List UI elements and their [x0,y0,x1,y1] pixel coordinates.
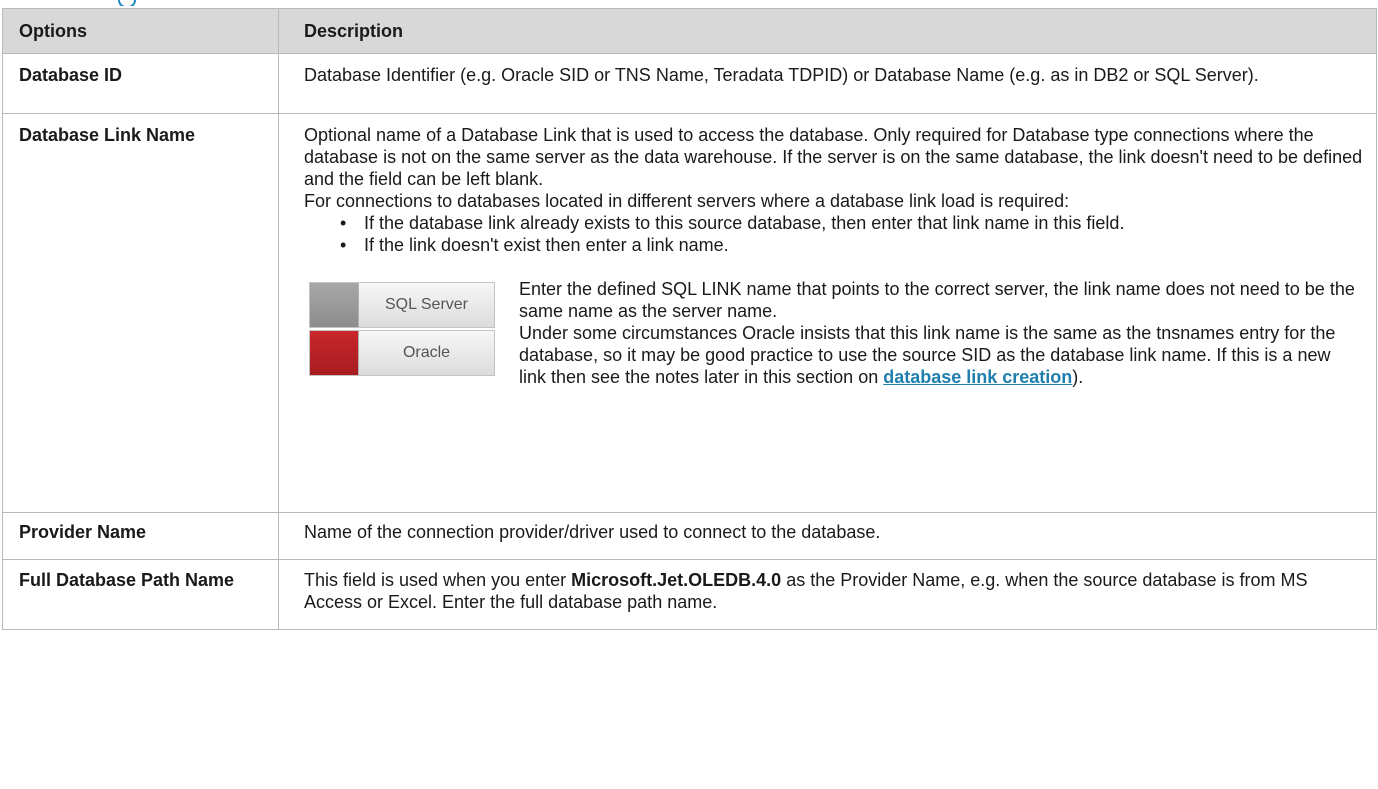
oracle-color-swatch [310,331,359,375]
heading-glyph-fragment [118,0,136,6]
column-header-description: Description [278,8,1377,54]
oracle-note: Under some circumstances Oracle insists … [519,322,1360,388]
database-link-creation-link[interactable]: database link creation [883,367,1072,387]
platform-badges: SQL Server Oracle [304,276,509,388]
option-name: Database ID [2,53,279,114]
note-text: Enter the defined SQL LINK name that poi… [509,276,1366,388]
option-description: This field is used when you enter Micros… [278,559,1377,630]
badge-label: Oracle [402,344,451,361]
badge-label: SQL Server [385,296,468,313]
option-name: Provider Name [2,512,279,560]
bullet-list: If the database link already exists to t… [304,212,1366,256]
option-name: Full Database Path Name [2,559,279,630]
table-row-database-link-name: Database Link Name Optional name of a Da… [2,113,1377,513]
table-row-provider-name: Provider Name Name of the connection pro… [2,512,1377,560]
option-description: Database Identifier (e.g. Oracle SID or … [278,53,1377,114]
list-item: If the database link already exists to t… [340,212,1366,234]
table-row-database-id: Database ID Database Identifier (e.g. Or… [2,53,1377,114]
options-table: Options Description Database ID Database… [2,8,1377,630]
option-description: Name of the connection provider/driver u… [278,512,1377,560]
provider-value: Microsoft.Jet.OLEDB.4.0 [571,570,782,590]
sql-server-badge: SQL Server [309,282,495,328]
list-item: If the link doesn't exist then enter a l… [340,234,1366,256]
note-end: ). [1072,367,1084,387]
description-text: This field is used when you enter [304,570,572,590]
sql-server-color-swatch [310,283,359,327]
sql-server-note: Enter the defined SQL LINK name that poi… [519,279,1355,321]
heading-fragment [0,0,1378,6]
column-header-options: Options [2,8,279,54]
oracle-badge: Oracle [309,330,495,376]
option-name: Database Link Name [2,113,279,513]
option-description: Optional name of a Database Link that is… [278,113,1377,513]
table-header-row: Options Description [2,8,1377,54]
table-row-full-database-path-name: Full Database Path Name This field is us… [2,559,1377,630]
platform-note: SQL Server Oracle Enter the defined SQL … [304,276,1366,388]
description-paragraph: Optional name of a Database Link that is… [304,125,1363,189]
description-paragraph: For connections to databases located in … [304,191,1070,211]
